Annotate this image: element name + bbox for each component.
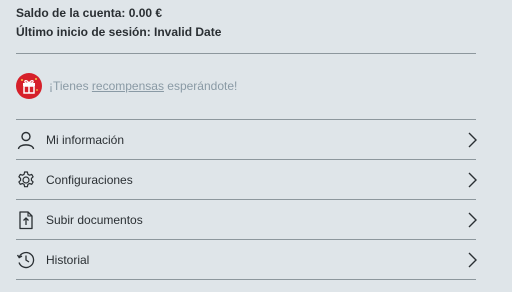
- rewards-suffix: esperándote!: [163, 79, 238, 93]
- gear-icon: [16, 170, 36, 190]
- chevron-right-icon: [468, 132, 477, 147]
- rewards-banner[interactable]: ¡Tienes recompensas esperándote!: [16, 72, 476, 100]
- chevron-right-icon: [468, 252, 477, 267]
- chevron-right-icon: [468, 172, 477, 187]
- upload-document-icon: [16, 210, 36, 230]
- menu-item-my-information[interactable]: Mi información: [16, 120, 478, 159]
- menu-item-label: Subir documentos: [46, 212, 143, 227]
- last-login: Último inicio de sesión: Invalid Date: [16, 25, 222, 39]
- chevron-right-icon: [468, 212, 477, 227]
- history-icon: [16, 250, 36, 270]
- menu-item-upload-documents[interactable]: Subir documentos: [16, 200, 478, 239]
- account-info: Saldo de la cuenta: 0.00 € Último inicio…: [16, 4, 221, 42]
- divider: [16, 279, 476, 280]
- gift-icon: [16, 73, 42, 99]
- rewards-link[interactable]: recompensas: [92, 79, 164, 93]
- account-balance: Saldo de la cuenta: 0.00 €: [16, 6, 163, 20]
- divider: [16, 53, 476, 54]
- rewards-prefix: ¡Tienes: [49, 79, 92, 93]
- user-icon: [16, 130, 36, 150]
- menu-item-label: Historial: [46, 252, 90, 267]
- menu-item-label: Mi información: [46, 132, 125, 147]
- menu-item-settings[interactable]: Configuraciones: [16, 160, 478, 199]
- menu-item-label: Configuraciones: [46, 172, 133, 187]
- menu-item-history[interactable]: Historial: [16, 240, 478, 279]
- rewards-text: ¡Tienes recompensas esperándote!: [49, 79, 237, 93]
